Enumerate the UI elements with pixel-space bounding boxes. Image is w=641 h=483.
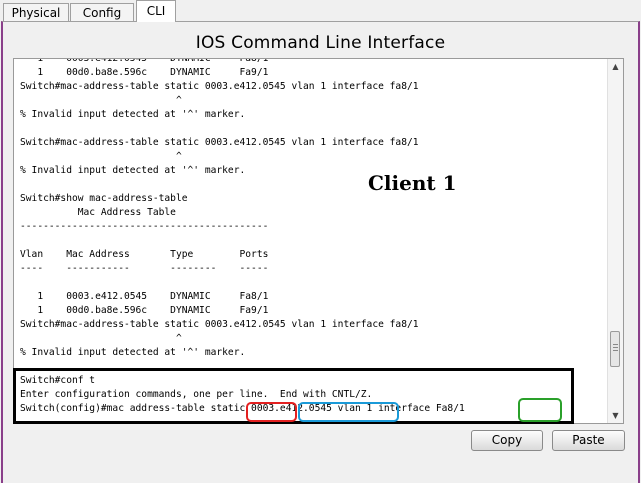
tab-cli[interactable]: CLI <box>136 0 176 22</box>
paste-button[interactable]: Paste <box>552 430 625 451</box>
terminal-line: Vlan Mac Address Type Ports <box>20 249 269 260</box>
terminal-line: 1 00d0.ba8e.596c DYNAMIC Fa9/1 <box>20 305 269 316</box>
copy-button[interactable]: Copy <box>471 430 543 451</box>
terminal-line: Switch#mac-address-table static 0003.e41… <box>20 319 419 330</box>
mac-address-highlight <box>298 402 399 422</box>
terminal-line: 1 00d0.ba8e.596c DYNAMIC Fa9/1 <box>20 67 269 78</box>
static-keyword-highlight <box>246 402 297 422</box>
terminal-line: ---- ----------- -------- ----- <box>20 263 269 274</box>
scroll-up-arrow-icon[interactable]: ▲ <box>608 59 623 74</box>
terminal-line: Switch#mac-address-table static 0003.e41… <box>20 137 419 148</box>
tab-config[interactable]: Config <box>70 3 134 22</box>
terminal-line: % Invalid input detected at '^' marker. <box>20 109 246 120</box>
vertical-scrollbar[interactable]: ▲ ▼ <box>607 59 623 423</box>
terminal-line: Mac Address Table <box>20 207 176 218</box>
terminal-line: Switch#mac-address-table static 0003.e41… <box>20 81 419 92</box>
terminal-line: 1 0003.e412.0545 DYNAMIC Fa8/1 <box>20 58 269 64</box>
terminal-line: 1 0003.e412.0545 DYNAMIC Fa8/1 <box>20 291 269 302</box>
terminal-text: 1 0003.e412.0545 DYNAMIC Fa8/1 1 00d0.ba… <box>20 58 465 416</box>
client-annotation-label: Client 1 <box>368 171 457 195</box>
scroll-down-arrow-icon[interactable]: ▼ <box>608 408 623 423</box>
terminal-line: % Invalid input detected at '^' marker. <box>20 347 246 358</box>
page-title: IOS Command Line Interface <box>195 33 446 53</box>
interface-highlight <box>518 398 562 422</box>
tab-physical[interactable]: Physical <box>3 3 69 22</box>
terminal-line: ^ <box>20 151 182 162</box>
tab-bar: Physical Config CLI <box>0 0 641 22</box>
scrollbar-thumb[interactable] <box>610 331 620 367</box>
terminal-line: ----------------------------------------… <box>20 221 269 232</box>
terminal-line: ^ <box>20 95 182 106</box>
terminal-line: ^ <box>20 333 182 344</box>
